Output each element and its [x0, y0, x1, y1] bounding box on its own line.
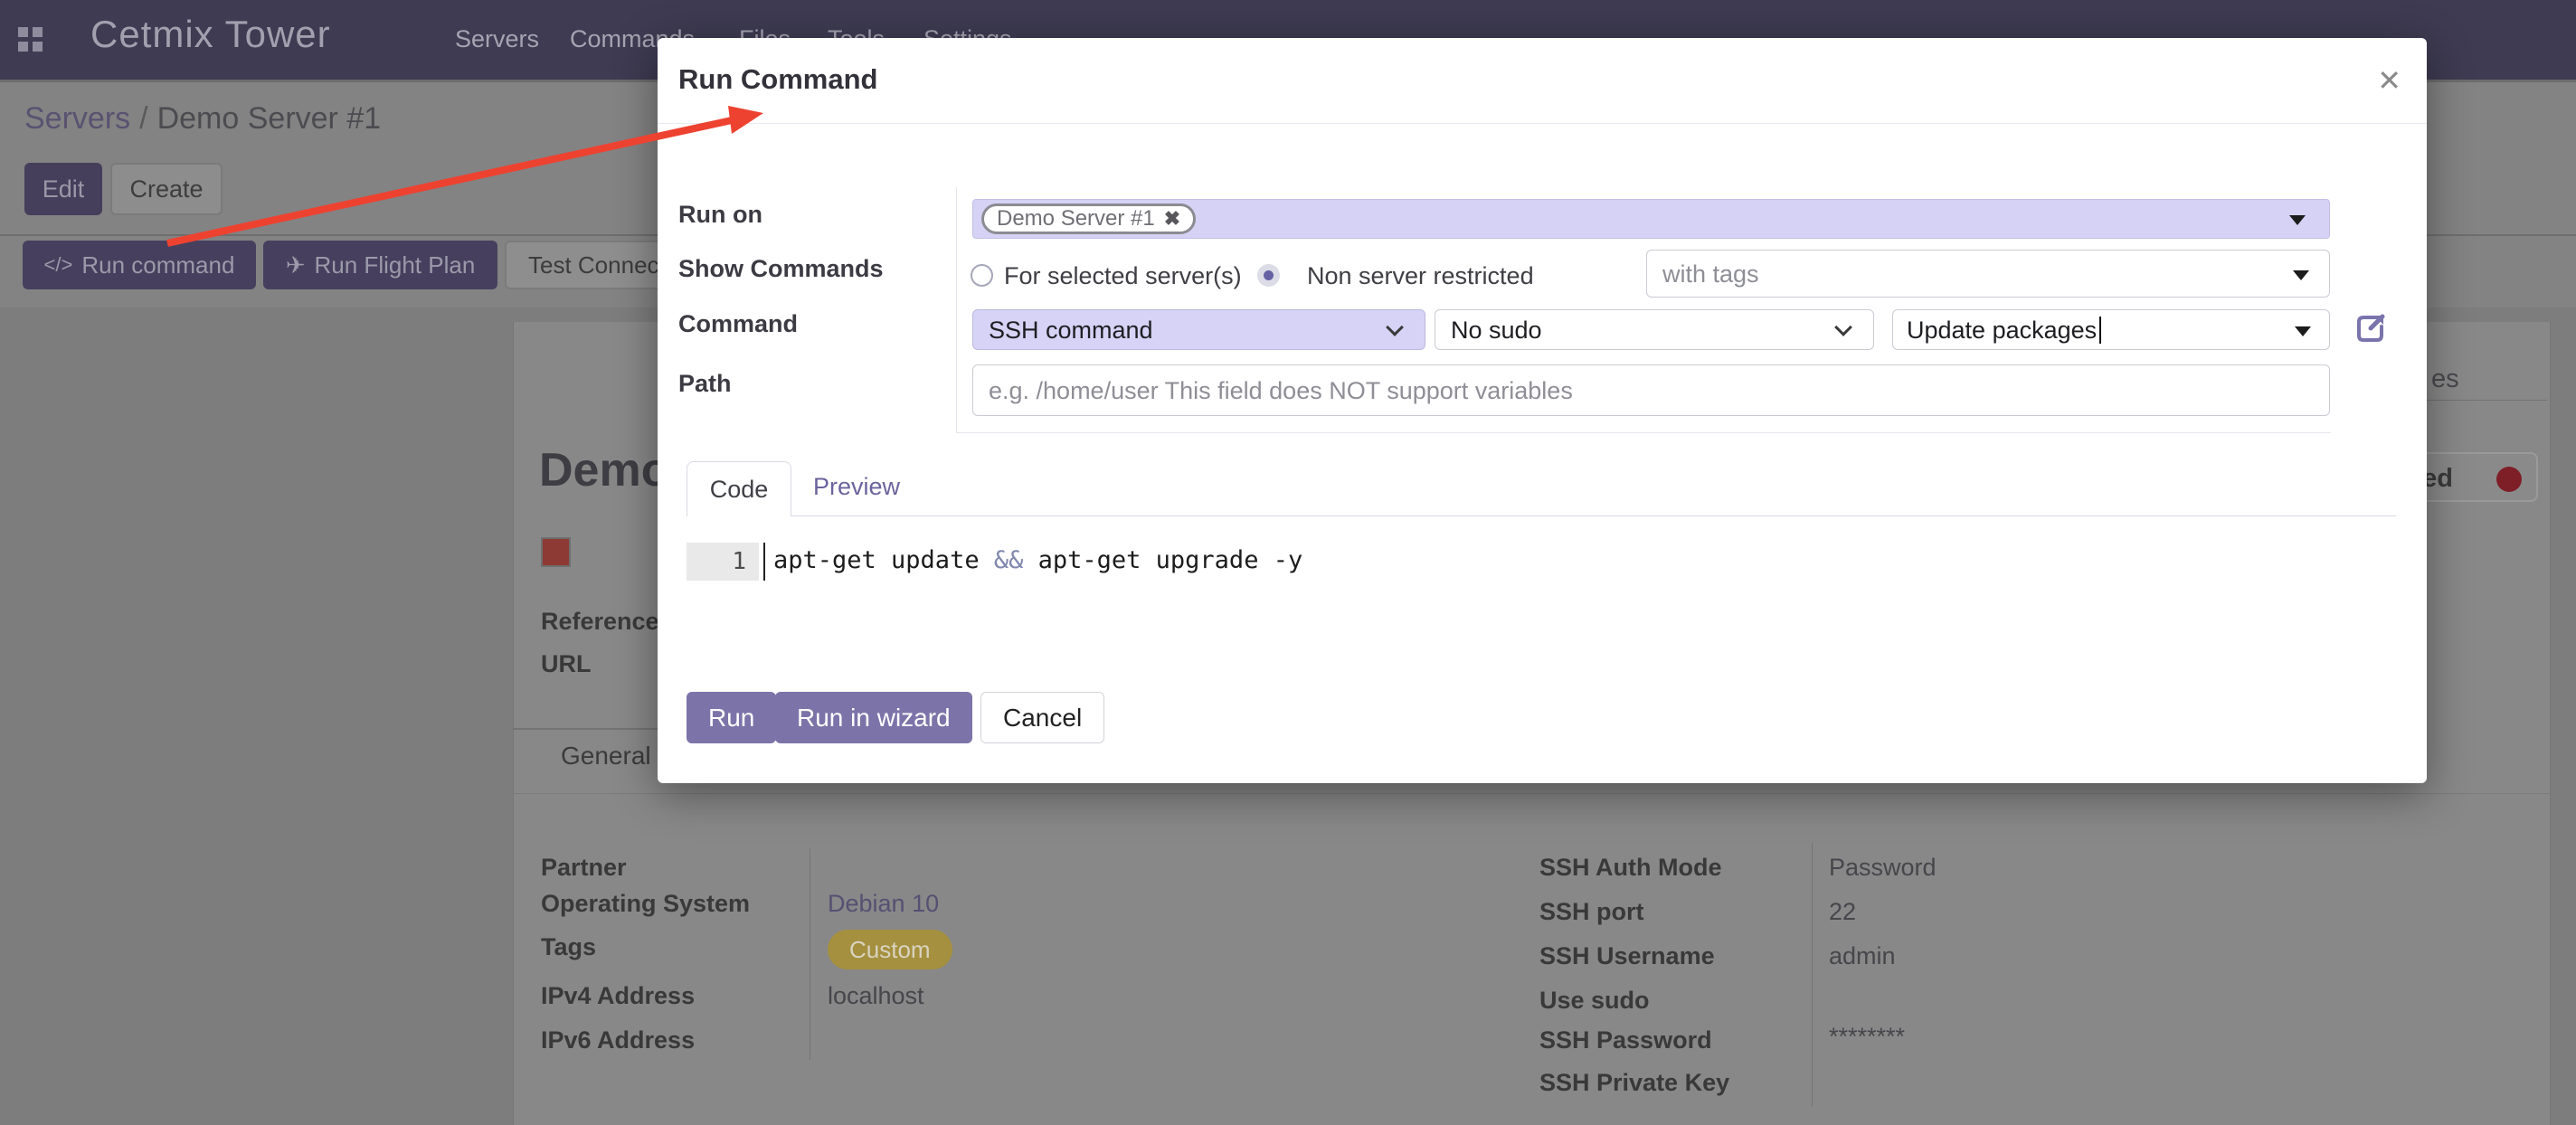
code-editor-line[interactable]: apt-get update && apt-get upgrade -y: [773, 546, 1302, 574]
text-cursor: [2099, 317, 2101, 344]
field-label: SSH Auth Mode: [1539, 854, 1722, 882]
field-label: Operating System: [541, 890, 750, 918]
field-label: SSH Username: [1539, 942, 1715, 970]
cancel-button[interactable]: Cancel: [980, 692, 1104, 743]
code-slash-icon: </>: [44, 253, 73, 277]
brand-title: Cetmix Tower: [90, 13, 331, 56]
radio-label[interactable]: Non server restricted: [1307, 262, 1534, 290]
dropdown-caret-icon: [2295, 326, 2311, 336]
field-label: Partner: [541, 854, 627, 882]
command-type-select[interactable]: SSH command: [972, 309, 1425, 350]
select-chevron-icon: [1386, 318, 1404, 336]
breadcrumb: Servers/Demo Server #1: [24, 101, 381, 137]
apps-grid-icon[interactable]: [18, 27, 43, 52]
right-column-separator: [1812, 843, 1813, 1107]
field-value: Password: [1829, 854, 1937, 882]
server-tag-pill[interactable]: Demo Server #1 ✖: [981, 203, 1196, 234]
nav-item-servers[interactable]: Servers: [455, 25, 539, 53]
server-color-swatch[interactable]: [541, 537, 571, 567]
modal-title: Run Command: [678, 63, 877, 96]
tab-code[interactable]: Code: [687, 461, 791, 516]
code-line-number: 1: [687, 543, 759, 581]
create-button[interactable]: Create: [110, 163, 223, 215]
radio-non-server-restricted[interactable]: [1257, 264, 1280, 287]
form-group-vline: [956, 187, 957, 432]
field-label: Use sudo: [1539, 987, 1650, 1015]
run-on-label: Run on: [678, 201, 762, 229]
run-in-wizard-button[interactable]: Run in wizard: [775, 692, 972, 743]
field-label: SSH Password: [1539, 1026, 1712, 1054]
field-label: SSH Private Key: [1539, 1069, 1729, 1097]
path-input[interactable]: e.g. /home/user This field does NOT supp…: [972, 364, 2330, 416]
breadcrumb-current: Demo Server #1: [157, 101, 382, 136]
close-icon[interactable]: ✕: [2377, 63, 2401, 98]
field-value: admin: [1829, 942, 1896, 970]
breadcrumb-separator: /: [130, 101, 156, 136]
tab-general[interactable]: General: [561, 742, 651, 770]
run-flight-plan-button[interactable]: ✈ Run Flight Plan: [263, 241, 497, 289]
run-command-button[interactable]: </> Run command: [23, 241, 256, 289]
field-label: IPv6 Address: [541, 1026, 695, 1054]
tab-preview[interactable]: Preview: [813, 473, 900, 501]
run-on-field[interactable]: Demo Server #1 ✖: [972, 199, 2330, 239]
tabs-underline: [687, 515, 2396, 516]
command-label: Command: [678, 310, 798, 338]
radio-label[interactable]: For selected server(s): [1004, 262, 1242, 290]
field-label: SSH port: [1539, 898, 1644, 926]
run-command-modal: Run Command ✕ Run on Demo Server #1 ✖ Sh…: [658, 38, 2427, 783]
url-label: URL: [541, 650, 592, 678]
radio-for-selected-servers[interactable]: [971, 264, 993, 287]
show-commands-label: Show Commands: [678, 255, 884, 283]
sudo-select[interactable]: No sudo: [1435, 309, 1874, 350]
editor-cursor: [763, 543, 765, 581]
tag-badge: Custom: [828, 930, 952, 969]
field-label: Tags: [541, 933, 596, 961]
modal-header-divider: [658, 123, 2427, 124]
reference-label: Reference: [541, 608, 659, 636]
plane-icon: ✈: [286, 251, 306, 279]
edit-button[interactable]: Edit: [24, 163, 102, 215]
breadcrumb-link-servers[interactable]: Servers: [24, 101, 130, 136]
form-group-hline: [956, 432, 2331, 433]
field-value: localhost: [828, 982, 924, 1010]
field-value-link[interactable]: Debian 10: [828, 890, 939, 918]
path-label: Path: [678, 370, 732, 398]
dropdown-caret-icon: [2293, 270, 2309, 280]
command-combobox[interactable]: Update packages: [1892, 309, 2330, 350]
select-chevron-icon: [1834, 318, 1852, 336]
notebook-bottom-line: [513, 793, 2551, 794]
field-value: ********: [1829, 1023, 1905, 1051]
external-link-icon[interactable]: [2353, 310, 2389, 346]
run-button[interactable]: Run: [687, 692, 776, 743]
smart-button-text-fragment[interactable]: es: [2431, 364, 2459, 394]
dropdown-caret-icon[interactable]: [2289, 215, 2306, 225]
status-dot-icon: [2496, 467, 2522, 492]
field-value: 22: [1829, 898, 1856, 926]
field-label: IPv4 Address: [541, 982, 695, 1010]
with-tags-dropdown[interactable]: with tags: [1646, 250, 2330, 298]
remove-tag-icon[interactable]: ✖: [1164, 207, 1180, 231]
